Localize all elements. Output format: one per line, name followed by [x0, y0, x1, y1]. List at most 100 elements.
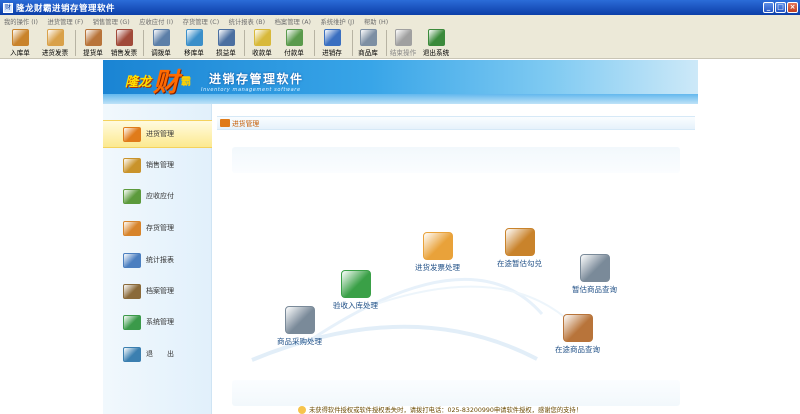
license-notice-text: 未获得软件授权或软件授权丢失时，请拨打电话：025-83200990申请软件授权…	[309, 407, 583, 414]
sidebar-item-exit[interactable]: 退 出	[103, 340, 212, 368]
flow-estimate-query[interactable]: 暂估商品查询	[572, 254, 617, 295]
menu-archives[interactable]: 档案管理 (A)	[275, 17, 311, 26]
sidebar: 进货管理 销售管理 应收应付 存货管理 统计报表 档案管理 系统管理 退 出	[103, 104, 212, 414]
window-title: 隆龙财霸进销存管理软件	[16, 3, 116, 14]
exit-door-icon	[123, 346, 141, 362]
pickup-order-icon	[84, 29, 102, 46]
flow-check-in[interactable]: 验收入库处理	[333, 270, 378, 311]
sidebar-item-purchase[interactable]: 进货管理	[103, 120, 212, 148]
payment-icon	[285, 29, 303, 46]
toolbar-payment-button[interactable]: 付款单	[276, 29, 312, 58]
toolbar-end-operation-button[interactable]: 结束操作	[385, 29, 421, 58]
minimize-button[interactable]: _	[763, 2, 774, 13]
sidebar-item-archives[interactable]: 档案管理	[103, 277, 212, 305]
menu-my-operations[interactable]: 我的操作 (I)	[4, 17, 38, 26]
menu-purchase[interactable]: 进货管理 (F)	[47, 17, 83, 26]
toolbar-label: 进货发票	[41, 49, 69, 57]
flow-purchase-process[interactable]: 商品采购处理	[277, 306, 322, 347]
brand-logo: 隆龙 财 霸	[125, 65, 192, 98]
toolbar-stock-in-button[interactable]: 入库单	[2, 29, 38, 58]
flow-invoice-process[interactable]: 进货发票处理	[415, 232, 460, 273]
menu-receivables[interactable]: 应收应付 (I)	[139, 17, 173, 26]
sidebar-item-label: 退 出	[146, 350, 174, 358]
sidebar-item-system[interactable]: 系统管理	[103, 308, 212, 336]
sidebar-item-sales[interactable]: 销售管理	[103, 151, 212, 179]
toolbar-move-order-button[interactable]: 移库单	[176, 29, 212, 58]
sales-icon	[123, 157, 141, 173]
toolbar: 入库单 进货发票 提货单 销售发票 调拨单 移库单 损益单 收款单 付款单 进销…	[0, 27, 800, 59]
toolbar-receipt-button[interactable]: 收款单	[244, 29, 280, 58]
logo-cai-text: 财	[153, 67, 180, 98]
menu-sales[interactable]: 销售管理 (G)	[93, 17, 130, 26]
toolbar-label: 商品库	[358, 49, 378, 57]
menu-inventory[interactable]: 存货管理 (C)	[183, 17, 220, 26]
transit-query-icon	[562, 314, 593, 342]
flow-label: 在途商品查询	[555, 345, 600, 354]
maximize-button[interactable]: □	[775, 2, 786, 13]
system-settings-icon	[123, 314, 141, 330]
toolbar-inventory-button[interactable]: 进销存	[314, 29, 350, 58]
menu-bar: 我的操作 (I) 进货管理 (F) 销售管理 (G) 应收应付 (I) 存货管理…	[0, 15, 800, 27]
purchase-invoice-icon	[46, 29, 64, 46]
window-controls: _ □ ×	[763, 2, 798, 13]
toolbar-purchase-invoice-button[interactable]: 进货发票	[37, 29, 73, 58]
end-operation-icon	[394, 29, 412, 46]
title-bar: 财 隆龙财霸进销存管理软件 _ □ ×	[0, 0, 800, 15]
flow-transit-query[interactable]: 在途商品查询	[555, 314, 600, 355]
toolbar-exit-system-button[interactable]: 退出系统	[418, 29, 454, 58]
move-order-icon	[185, 29, 203, 46]
toolbar-label: 入库单	[10, 49, 30, 57]
sidebar-item-label: 档案管理	[146, 287, 174, 295]
receipt-icon	[253, 29, 271, 46]
flow-label: 在途暂估勾兑	[497, 259, 542, 268]
toolbar-transfer-order-button[interactable]: 调拨单	[143, 29, 179, 58]
money-icon	[123, 188, 141, 204]
toolbar-label: 付款单	[284, 49, 304, 57]
flow-label: 商品采购处理	[277, 337, 322, 346]
info-icon	[298, 405, 306, 414]
sidebar-item-label: 进货管理	[146, 130, 174, 138]
license-notice: 未获得软件授权或软件授权丢失时，请拨打电话：025-83200990申请软件授权…	[298, 405, 582, 414]
toolbar-profit-loss-button[interactable]: 损益单	[208, 29, 244, 58]
close-button[interactable]: ×	[787, 2, 798, 13]
check-in-icon	[340, 270, 371, 298]
sidebar-item-label: 应收应付	[146, 192, 174, 200]
profit-loss-icon	[217, 29, 235, 46]
flow-label: 进货发票处理	[415, 263, 460, 272]
decorative-stripe	[232, 380, 680, 406]
toolbar-label: 进销存	[322, 49, 342, 57]
app-icon: 财	[3, 2, 13, 13]
toolbar-product-library-button[interactable]: 商品库	[350, 29, 386, 58]
flow-label: 验收入库处理	[333, 301, 378, 310]
sales-invoice-icon	[115, 29, 133, 46]
purchase-process-icon	[284, 306, 315, 334]
content-panel: 进货管理 商品采购处理 验收入库处理 进货发票处理 在途暂估勾兑 暂估商品查询	[212, 104, 698, 414]
flow-transit-reconcile[interactable]: 在途暂估勾兑	[497, 228, 542, 269]
menu-help[interactable]: 帮助 (H)	[364, 17, 388, 26]
truck-icon	[123, 126, 141, 142]
main-area: 隆龙 财 霸 进销存管理软件 Inventory management soft…	[0, 60, 800, 414]
product-title: 进销存管理软件	[209, 72, 304, 86]
clipboard-icon	[504, 228, 535, 256]
invoice-process-icon	[422, 232, 453, 260]
sidebar-item-label: 销售管理	[146, 161, 174, 169]
sidebar-item-receivables[interactable]: 应收应付	[103, 182, 212, 210]
stock-in-icon	[11, 29, 29, 46]
toolbar-label: 移库单	[184, 49, 204, 57]
estimate-query-icon	[579, 254, 610, 282]
sidebar-item-reports[interactable]: 统计报表	[103, 246, 212, 274]
sidebar-item-label: 统计报表	[146, 256, 174, 264]
banner: 隆龙 财 霸 进销存管理软件 Inventory management soft…	[103, 60, 698, 104]
toolbar-label: 结束操作	[389, 49, 417, 57]
toolbar-label: 损益单	[216, 49, 236, 57]
menu-reports[interactable]: 统计报表 (B)	[229, 17, 265, 26]
toolbar-sales-invoice-button[interactable]: 销售发票	[106, 29, 142, 58]
sidebar-item-inventory[interactable]: 存货管理	[103, 214, 212, 242]
archive-icon	[123, 283, 141, 299]
toolbar-label: 提货单	[83, 49, 103, 57]
inventory-icon	[323, 29, 341, 46]
product-subtitle: Inventory management software	[201, 87, 301, 93]
exit-system-icon	[427, 29, 445, 46]
menu-system[interactable]: 系统维护 (J)	[321, 17, 355, 26]
logo-ba-text: 霸	[181, 76, 192, 88]
